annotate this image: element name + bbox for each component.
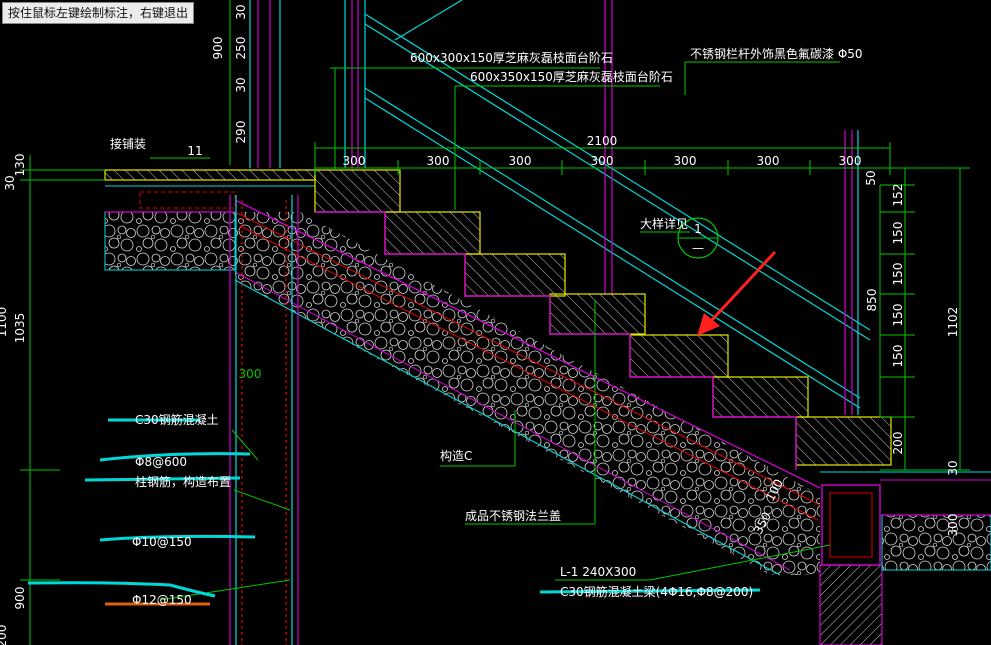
- dim-left-top: 30: [234, 4, 248, 19]
- dim-tread: 300: [839, 154, 862, 168]
- note-concrete: C30钢筋混凝土: [135, 412, 219, 427]
- note-detail-ref: 大样详见: [640, 216, 688, 231]
- note-column: 构造C: [440, 448, 472, 463]
- dim-left-bottom: 900: [13, 587, 27, 610]
- dim-tread: 300: [674, 154, 697, 168]
- dim-right-riser: 50: [864, 170, 878, 185]
- note-rebar-2: Φ10@150: [132, 535, 192, 549]
- bottom-beam: [819, 471, 991, 645]
- note-railing-base: 成品不锈钢法兰盖: [465, 509, 561, 523]
- stair-section-drawing[interactable]: 600x300x150厚芝麻灰磊枝面台阶石 600x350x150厚芝麻灰磊枝面…: [0, 0, 991, 645]
- dim-left-top-900: 900: [211, 37, 225, 60]
- dim-right-riser: 150: [891, 345, 905, 368]
- dim-left-bottom-2: 200: [0, 625, 9, 645]
- detail-sub: —: [692, 241, 704, 255]
- note-landing-stone: 600x350x150厚芝麻灰磊枝面台阶石: [470, 69, 673, 84]
- red-arrow: [697, 250, 777, 336]
- detail-number: 1: [694, 222, 702, 236]
- left-dimension-chain: [20, 0, 231, 645]
- dim-tread: 300: [757, 154, 780, 168]
- dim-total-rise: 1102: [946, 307, 960, 338]
- dim-tread: 300: [591, 154, 614, 168]
- dim-tread: 300: [509, 154, 532, 168]
- dim-tread: 300: [343, 154, 366, 168]
- dim-right-riser: 200: [891, 432, 905, 455]
- dim-tread: 300: [427, 154, 450, 168]
- dim-right-riser: 150: [891, 263, 905, 286]
- dim-inner-300: 300: [239, 367, 262, 381]
- note-tread-stone: 600x300x150厚芝麻灰磊枝面台阶石: [410, 50, 613, 65]
- dim-left-big: 1035: [13, 313, 27, 344]
- note-rebar-1: Φ8@600: [135, 455, 187, 469]
- dim-right-riser: 150: [891, 222, 905, 245]
- dim-right-riser: 152: [891, 184, 905, 207]
- dim-left-top: 30: [234, 77, 248, 92]
- dim-right-low-30: 30: [946, 460, 960, 475]
- dim-total-run: 2100: [587, 134, 618, 148]
- dim-rail-height: 850: [865, 289, 879, 312]
- dim-left-top: 290: [234, 121, 248, 144]
- dim-left-top: 250: [234, 37, 248, 60]
- note-beam-name: L-1 240X300: [560, 565, 636, 579]
- dim-left-big-2: 1100: [0, 307, 9, 338]
- note-handrail: 不锈钢栏杆外饰黑色氟碳漆 Φ50: [690, 46, 863, 61]
- note-beam-note: C30钢筋混凝土梁(4Φ16,Φ8@200): [560, 584, 753, 599]
- note-rebar-1-detail: 柱钢筋，构造布置: [135, 474, 231, 489]
- dim-left-small: 30: [3, 175, 17, 190]
- note-paving: 接铺装: [110, 136, 146, 151]
- dim-level-mark: 11: [187, 144, 202, 158]
- dim-right-riser: 150: [891, 304, 905, 327]
- dim-right-low-300: 300: [946, 514, 960, 537]
- note-rebar-3: Φ12@150: [132, 593, 192, 607]
- dim-left-small: 130: [13, 154, 27, 177]
